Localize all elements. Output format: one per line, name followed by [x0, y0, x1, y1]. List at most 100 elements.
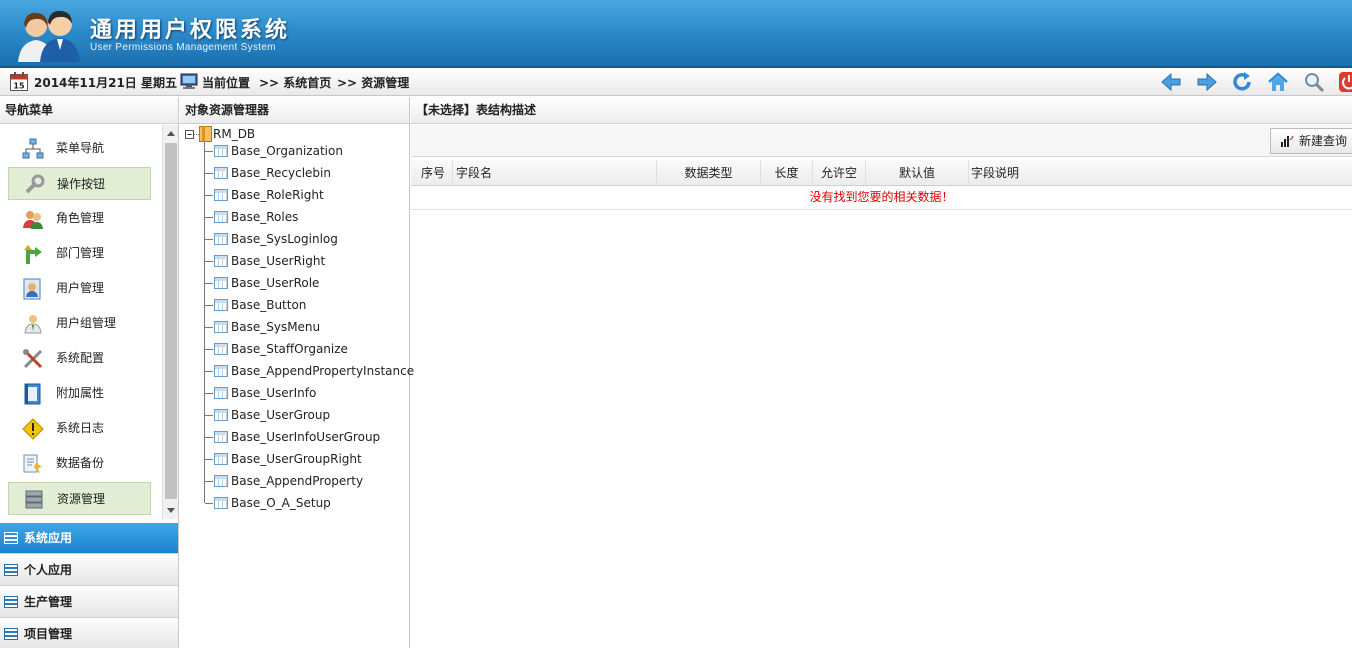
nav-item-role-management[interactable]: 角色管理 — [8, 202, 151, 235]
nav-item-user-management[interactable]: 用户管理 — [8, 272, 151, 305]
tree-node-table[interactable]: Base_UserRole — [205, 274, 319, 292]
nav-item-label: 资源管理 — [57, 492, 106, 506]
tree-node-label: Base_SysLoginlog — [231, 232, 338, 246]
main-toolbar: 新建查询 — [411, 125, 1352, 157]
nav-item-data-backup[interactable]: 数据备份 — [8, 447, 151, 480]
nav-item-label: 附加属性 — [56, 386, 105, 400]
tree-node-table[interactable]: Base_UserGroupRight — [205, 450, 362, 468]
scrollbar-thumb[interactable] — [165, 143, 177, 499]
table-icon — [214, 189, 228, 201]
nav-item-additional-properties[interactable]: 附加属性 — [8, 377, 151, 410]
database-icon — [25, 490, 43, 509]
table-icon — [214, 453, 228, 465]
tree-connector — [205, 481, 213, 482]
col-seq[interactable]: 序号 — [411, 160, 453, 186]
tree-node-table[interactable]: Base_UserRight — [205, 252, 325, 270]
col-field-desc[interactable]: 字段说明 — [969, 160, 1352, 186]
refresh-icon[interactable] — [1231, 71, 1253, 93]
table-icon — [214, 277, 228, 289]
tree-node-label: Base_AppendProperty — [231, 474, 364, 488]
nav-item-department-management[interactable]: 部门管理 — [8, 237, 151, 270]
tree-node-label: Base_StaffOrganize — [231, 342, 348, 356]
empty-data-message: 没有找到您要的相关数据！ — [411, 186, 1352, 210]
tree-node-label: Base_UserInfoUserGroup — [231, 430, 381, 444]
tree-node-label: Base_Recyclebin — [231, 166, 331, 180]
user-group-icon — [24, 315, 42, 334]
table-icon — [214, 321, 228, 333]
tree-node-table[interactable]: Base_O_A_Setup — [205, 494, 331, 512]
tree-node-table[interactable]: Base_Recyclebin — [205, 164, 331, 182]
table-icon — [214, 233, 228, 245]
tree-node-label: Base_Roles — [231, 210, 299, 224]
tree-root-node[interactable]: RM_DB — [213, 125, 255, 143]
new-query-button[interactable]: 新建查询 — [1270, 128, 1352, 154]
tree-connector — [205, 327, 213, 328]
tree-node-table[interactable]: Base_UserGroup — [205, 406, 330, 424]
group-label: 生产管理 — [24, 595, 73, 609]
nav-panel: 导航菜单 菜单导航 操作按钮 角色管理 部门管理 用户管理 用户组管理 系统配置 — [0, 97, 179, 648]
tree-node-table[interactable]: Base_Button — [205, 296, 306, 314]
table-icon — [214, 475, 228, 487]
tree-node-table[interactable]: Base_Organization — [205, 142, 343, 160]
app-subtitle: User Permissions Management System — [90, 42, 276, 53]
nav-scrollbar[interactable] — [162, 125, 178, 519]
nav-item-menu-nav[interactable]: 菜单导航 — [8, 132, 151, 165]
nav-item-system-log[interactable]: 系统日志 — [8, 412, 151, 445]
table-icon — [214, 211, 228, 223]
back-arrow-icon[interactable] — [1160, 71, 1182, 93]
tree-connector — [205, 371, 213, 372]
search-icon[interactable] — [1303, 71, 1325, 93]
scroll-down-arrow-icon[interactable] — [167, 508, 175, 513]
app-header: 通用用户权限系统 User Permissions Management Sys… — [0, 0, 1352, 68]
tree-connector — [205, 151, 213, 152]
nav-item-user-group-management[interactable]: 用户组管理 — [8, 307, 151, 340]
new-query-label: 新建查询 — [1299, 134, 1348, 148]
col-field-name[interactable]: 字段名 — [453, 160, 657, 186]
col-default-value[interactable]: 默认值 — [866, 160, 969, 186]
tree-connector — [205, 261, 213, 262]
tree-node-label: Base_O_A_Setup — [231, 496, 331, 510]
tree-node-table[interactable]: Base_SysMenu — [205, 318, 320, 336]
group-system-apps[interactable]: 系统应用 — [0, 523, 178, 554]
nav-title: 导航菜单 — [0, 97, 178, 124]
tree-connector — [205, 393, 213, 394]
table-icon — [214, 497, 228, 509]
list-icon — [4, 628, 18, 640]
nav-item-operation-buttons[interactable]: 操作按钮 — [8, 167, 151, 200]
power-icon[interactable] — [1338, 71, 1352, 93]
nav-item-label: 系统配置 — [56, 351, 105, 365]
tree-node-table[interactable]: Base_AppendPropertyInstance — [205, 362, 414, 380]
tree-connector — [205, 349, 213, 350]
tree-node-table[interactable]: Base_RoleRight — [205, 186, 324, 204]
col-length[interactable]: 长度 — [761, 160, 813, 186]
branch-arrow-icon — [24, 245, 42, 264]
group-label: 系统应用 — [24, 531, 73, 545]
tree-connector — [205, 173, 213, 174]
tree-node-table[interactable]: Base_UserInfo — [205, 384, 316, 402]
nav-item-label: 部门管理 — [56, 246, 105, 260]
home-icon[interactable] — [1267, 71, 1289, 93]
table-icon — [214, 343, 228, 355]
forward-arrow-icon[interactable] — [1196, 71, 1218, 93]
tree-node-table[interactable]: Base_StaffOrganize — [205, 340, 348, 358]
tree-connector — [205, 195, 213, 196]
tree-node-table[interactable]: Base_UserInfoUserGroup — [205, 428, 381, 446]
table-icon — [214, 365, 228, 377]
group-project-management[interactable]: 项目管理 — [0, 619, 178, 648]
table-icon — [214, 299, 228, 311]
tree-connector — [205, 239, 213, 240]
col-data-type[interactable]: 数据类型 — [657, 160, 761, 186]
tree-node-table[interactable]: Base_AppendProperty — [205, 472, 364, 490]
nav-item-system-config[interactable]: 系统配置 — [8, 342, 151, 375]
group-personal-apps[interactable]: 个人应用 — [0, 555, 178, 586]
tree-node-table[interactable]: Base_Roles — [205, 208, 299, 226]
tree-node-table[interactable]: Base_SysLoginlog — [205, 230, 338, 248]
scroll-up-arrow-icon[interactable] — [167, 131, 175, 136]
breadcrumb-home[interactable]: >> 系统首页 — [259, 74, 331, 91]
info-bar: 15 2014年11月21日 星期五 当前位置 >> 系统首页 >> 资源管理 — [0, 68, 1352, 96]
users-icon — [23, 211, 43, 229]
nav-item-label: 用户管理 — [56, 281, 105, 295]
group-production-management[interactable]: 生产管理 — [0, 587, 178, 618]
nav-item-resource-management[interactable]: 资源管理 — [8, 482, 151, 515]
col-nullable[interactable]: 允许空 — [813, 160, 866, 186]
